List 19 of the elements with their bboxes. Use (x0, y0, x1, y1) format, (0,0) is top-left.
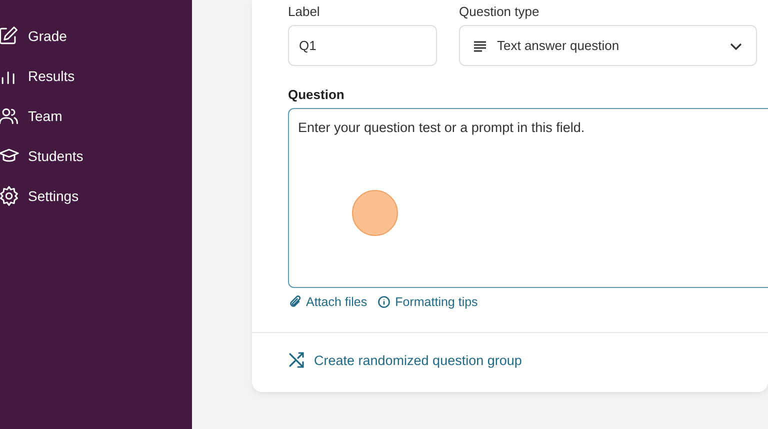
sidebar-item[interactable]: Settings (0, 182, 192, 210)
label-input[interactable]: Q1 (288, 25, 437, 66)
question-type-dropdown[interactable]: Text answer question (459, 25, 757, 66)
field-label: Question (288, 87, 346, 102)
paperclip-icon (288, 295, 302, 309)
sidebar-item[interactable]: Results (0, 62, 192, 90)
sidebar-item[interactable]: Students (0, 142, 192, 170)
question-textarea[interactable]: Enter your question test or a prompt in this field. (288, 108, 768, 288)
link[interactable]: Attach files (288, 295, 368, 309)
settings-icon (0, 185, 20, 207)
info-icon (377, 295, 392, 309)
sidebar-item[interactable]: Grade (0, 22, 192, 50)
edit-icon (0, 25, 20, 47)
create-group-link[interactable]: Create randomized question group (288, 351, 522, 369)
field-label: Label (288, 4, 321, 19)
link[interactable]: Formatting tips (377, 295, 478, 309)
shuffle-icon (288, 351, 306, 369)
sidebar-item[interactable]: Team (0, 102, 192, 130)
field-label: Question type (459, 4, 540, 19)
